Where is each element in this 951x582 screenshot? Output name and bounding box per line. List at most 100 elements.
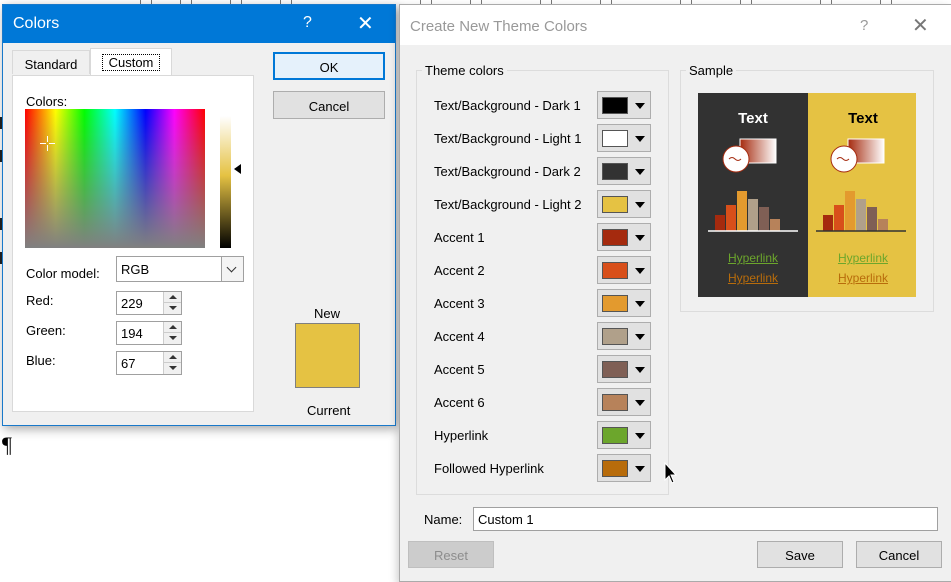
row-label-light2: Text/Background - Light 2 — [434, 197, 582, 212]
sample-hyperlink-light: Hyperlink — [837, 251, 888, 265]
sample-hyperlink-dark: Hyperlink — [727, 251, 778, 265]
blue-stepper[interactable]: 67 — [116, 351, 182, 375]
color-picker-followed-hyperlink[interactable] — [597, 454, 651, 482]
spin-up-icon[interactable] — [164, 292, 181, 303]
crosshair-icon[interactable] — [40, 136, 55, 151]
row-label-light1: Text/Background - Light 1 — [434, 131, 582, 146]
colors-title-bar: Colors ? ✕ — [3, 5, 395, 43]
dropdown-arrow-icon — [635, 103, 645, 109]
color-picker-dark2[interactable] — [597, 157, 651, 185]
red-label: Red: — [26, 293, 54, 308]
spin-down-icon[interactable] — [164, 303, 181, 314]
theme-title-bar: Create New Theme Colors ? ✕ — [400, 5, 951, 45]
sample-text-dark: Text — [738, 110, 768, 127]
sample-shape-icon — [722, 138, 777, 173]
color-picker-dark1[interactable] — [597, 91, 651, 119]
luminance-arrow-icon[interactable] — [234, 164, 241, 174]
row-label-dark2: Text/Background - Dark 2 — [434, 164, 581, 179]
colors-dialog-title: Colors — [13, 15, 60, 32]
tab-custom[interactable]: Custom — [90, 48, 172, 76]
color-chip — [602, 460, 628, 477]
color-chip — [602, 97, 628, 114]
current-label: Current — [307, 403, 351, 418]
color-chip — [602, 427, 628, 444]
color-chip — [602, 196, 628, 213]
color-picker-hyperlink[interactable] — [597, 421, 651, 449]
red-value[interactable]: 229 — [121, 296, 143, 311]
sample-label: Sample — [686, 63, 737, 78]
sample-followed-hyperlink-dark: Hyperlink — [727, 271, 778, 285]
color-picker-accent1[interactable] — [597, 223, 651, 251]
dropdown-arrow-icon — [635, 400, 645, 406]
help-button[interactable]: ? — [860, 17, 868, 34]
color-chip — [602, 295, 628, 312]
color-picker-light1[interactable] — [597, 124, 651, 152]
dropdown-arrow-icon — [635, 301, 645, 307]
row-label-accent2: Accent 2 — [434, 263, 485, 278]
green-value[interactable]: 194 — [121, 326, 143, 341]
sample-light-side: Text Hyperlink Hyperlink — [808, 93, 916, 297]
cancel-button[interactable]: Cancel — [273, 91, 385, 119]
help-button[interactable]: ? — [303, 14, 312, 32]
sample-bar-chart-icon — [708, 191, 798, 232]
color-picker-accent2[interactable] — [597, 256, 651, 284]
spin-up-icon[interactable] — [164, 322, 181, 333]
color-chip — [602, 262, 628, 279]
spin-up-icon[interactable] — [164, 352, 181, 363]
dropdown-arrow-icon — [635, 466, 645, 472]
close-icon[interactable]: ✕ — [357, 11, 374, 36]
color-picker-light2[interactable] — [597, 190, 651, 218]
row-label-accent4: Accent 4 — [434, 329, 485, 344]
color-picker-accent4[interactable] — [597, 322, 651, 350]
color-model-select[interactable]: RGB — [116, 256, 244, 282]
theme-name-input[interactable]: Custom 1 — [473, 507, 938, 531]
color-picker-accent6[interactable] — [597, 388, 651, 416]
row-label-accent6: Accent 6 — [434, 395, 485, 410]
dropdown-arrow-icon — [635, 334, 645, 340]
row-label-accent3: Accent 3 — [434, 296, 485, 311]
row-label-followed-hyperlink: Followed Hyperlink — [434, 461, 544, 476]
colors-label: Colors: — [26, 94, 68, 109]
row-label-accent5: Accent 5 — [434, 362, 485, 377]
close-icon[interactable]: ✕ — [912, 13, 929, 38]
spin-down-icon[interactable] — [164, 333, 181, 344]
theme-dialog-title: Create New Theme Colors — [410, 18, 588, 35]
dropdown-arrow-icon — [635, 169, 645, 175]
dropdown-arrow-icon — [635, 367, 645, 373]
color-chip — [602, 328, 628, 345]
sample-followed-hyperlink-light: Hyperlink — [837, 271, 888, 285]
paragraph-mark: ¶ — [2, 432, 12, 457]
new-color-swatch — [295, 323, 360, 388]
row-label-accent1: Accent 1 — [434, 230, 485, 245]
tab-standard[interactable]: Standard — [12, 50, 90, 74]
color-chip — [602, 229, 628, 246]
theme-name-value[interactable]: Custom 1 — [478, 512, 534, 527]
ok-button[interactable]: OK — [273, 52, 385, 80]
theme-sample-preview: Text Hyperlink Hyperlink Text Hyperlink … — [698, 93, 916, 297]
dropdown-arrow-icon — [635, 235, 645, 241]
color-spectrum[interactable] — [25, 109, 205, 248]
color-picker-accent5[interactable] — [597, 355, 651, 383]
color-model-label: Color model: — [26, 266, 100, 281]
color-chip — [602, 394, 628, 411]
dropdown-arrow-icon — [635, 268, 645, 274]
green-stepper[interactable]: 194 — [116, 321, 182, 345]
theme-cancel-button[interactable]: Cancel — [856, 541, 942, 568]
dropdown-arrow-icon — [635, 202, 645, 208]
blue-value[interactable]: 67 — [121, 356, 135, 371]
color-chip — [602, 130, 628, 147]
tab-custom-label: Custom — [101, 54, 161, 71]
sample-text-light: Text — [848, 110, 878, 127]
save-button[interactable]: Save — [757, 541, 843, 568]
color-picker-accent3[interactable] — [597, 289, 651, 317]
color-chip — [602, 361, 628, 378]
luminance-slider[interactable] — [220, 116, 231, 248]
name-label: Name: — [424, 512, 463, 527]
reset-button[interactable]: Reset — [408, 541, 494, 568]
red-stepper[interactable]: 229 — [116, 291, 182, 315]
spin-down-icon[interactable] — [164, 363, 181, 374]
dropdown-arrow-icon — [635, 433, 645, 439]
sample-bar-chart-icon — [816, 191, 906, 232]
dropdown-arrow-icon — [635, 136, 645, 142]
chevron-down-icon[interactable] — [221, 257, 243, 281]
